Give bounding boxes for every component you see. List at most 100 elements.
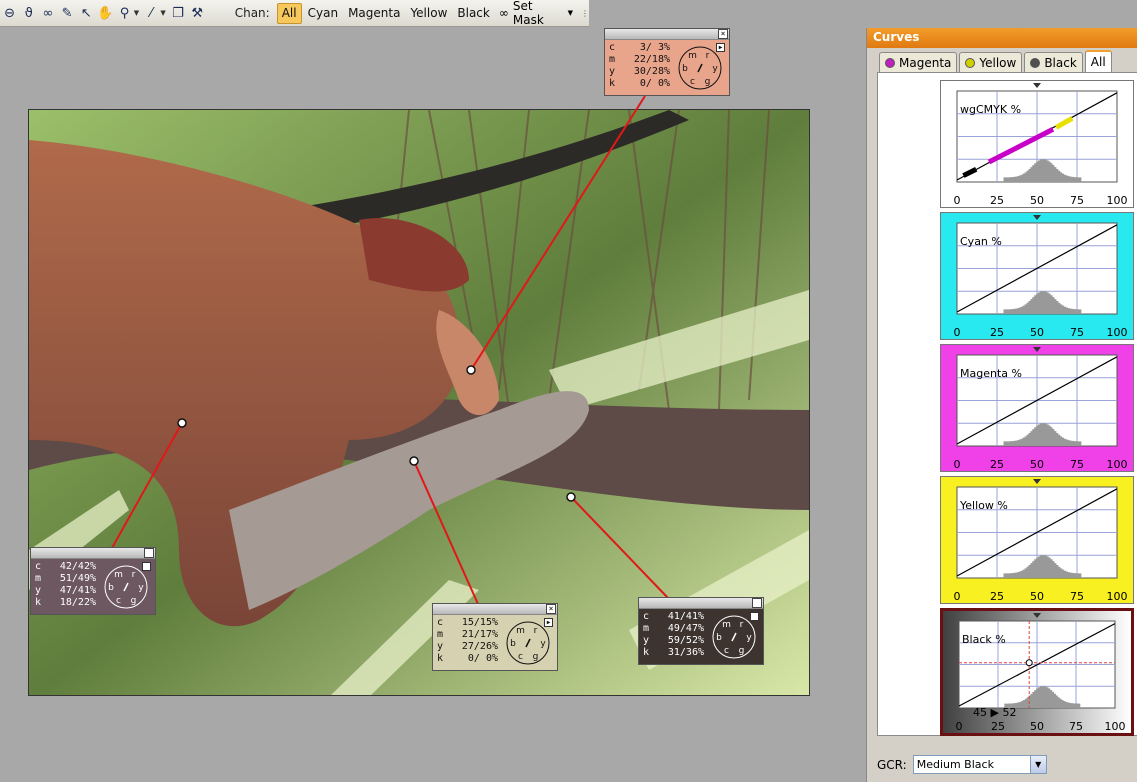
dial-needle xyxy=(731,632,737,642)
tick-label: 0 xyxy=(955,720,963,733)
curve-title: Magenta % xyxy=(960,367,1022,380)
probe-readout-nose[interactable]: × c 3/ 3% m 22/18% y 30/28% k 0/ 0% ▶ r y g c b m xyxy=(604,28,730,96)
hue-dial: rygcbm xyxy=(104,565,148,609)
tick-label: 100 xyxy=(1106,590,1128,603)
tick-label: 100 xyxy=(1106,194,1128,207)
probe-channel: m xyxy=(643,623,650,634)
tick-label: 75 xyxy=(1070,194,1084,207)
probe-readout-branch[interactable]: × c 42/42% m 51/49% y 47/41% k 18/22% ▶ r y g c b m xyxy=(30,547,156,615)
copy-icon[interactable]: ❐ xyxy=(169,2,186,24)
close-icon[interactable]: × xyxy=(144,548,154,558)
zoom-icon[interactable]: ⚲ xyxy=(116,2,133,24)
wrench-icon[interactable]: ⚒ xyxy=(189,2,206,24)
chan-magenta-button[interactable]: Magenta xyxy=(344,3,404,24)
tick-label: 25 xyxy=(990,326,1004,339)
probe-channel: y xyxy=(437,641,444,652)
tab-label: Magenta xyxy=(899,55,952,70)
probe-readout-bark[interactable]: × c 41/41% m 49/47% y 59/52% k 31/36% ▶ r y g c b m xyxy=(638,597,764,665)
gcr-label: GCR: xyxy=(877,757,907,772)
dial-letter: r xyxy=(132,570,136,580)
curves-tab-body: wgCMYK % 0 25 50 75 100 Cyan % 0 25 50 75 100 Magent… xyxy=(877,72,1137,736)
curve-tabs: Magenta Yellow Black All xyxy=(879,50,1114,72)
tab-black[interactable]: Black xyxy=(1024,52,1083,72)
mask-icon[interactable]: ∞ xyxy=(39,2,56,24)
tab-magenta[interactable]: Magenta xyxy=(879,52,958,72)
curve-plot[interactable]: Magenta % 0 25 50 75 100 xyxy=(940,344,1134,472)
gcr-value: Medium Black xyxy=(916,758,994,771)
curve-anchor-point[interactable] xyxy=(1025,659,1033,667)
eyedropper-dropdown-icon[interactable]: ▼ xyxy=(159,2,168,24)
probe-channel: c xyxy=(643,611,650,622)
hue-dial: rygcbm xyxy=(678,46,722,90)
tab-label: All xyxy=(1090,55,1106,69)
chan-all-button[interactable]: All xyxy=(276,2,302,24)
dial-letter: m xyxy=(516,626,525,636)
probe-titlebar[interactable]: × xyxy=(639,598,763,609)
dial-letter: b xyxy=(682,64,688,74)
dial-letter: m xyxy=(722,620,731,630)
chan-yellow-button[interactable]: Yellow xyxy=(406,3,451,24)
probe-titlebar[interactable]: × xyxy=(433,604,557,615)
dial-letter: c xyxy=(518,652,523,662)
close-icon[interactable]: × xyxy=(546,604,556,614)
tick-label: 100 xyxy=(1104,720,1126,733)
chevron-down-icon: ▼ xyxy=(567,9,574,17)
tab-all[interactable]: All xyxy=(1084,50,1112,72)
curve-plot[interactable]: Black % 0 25 50 75 100 45 ▶ 52 xyxy=(940,608,1134,736)
close-icon[interactable]: × xyxy=(718,29,728,39)
toolbar-grip-icon[interactable]: ⋮ xyxy=(581,9,589,18)
dial-letter: b xyxy=(716,633,722,643)
chevron-down-icon: ▼ xyxy=(1029,756,1046,773)
chan-black-button[interactable]: Black xyxy=(453,3,493,24)
curve-plot[interactable]: Cyan % 0 25 50 75 100 xyxy=(940,212,1134,340)
curve-title: wgCMYK % xyxy=(960,103,1022,116)
probe-value: 18/22% xyxy=(59,597,96,608)
probe-channel: y xyxy=(643,635,650,646)
probe-channel: k xyxy=(643,647,650,658)
dial-letter: c xyxy=(690,77,695,87)
dial-needle xyxy=(697,63,703,73)
eyedropper-icon[interactable]: ⁄ xyxy=(143,2,160,24)
tick-label: 50 xyxy=(1030,458,1044,471)
zoom-dropdown-icon[interactable]: ▼ xyxy=(132,2,141,24)
pen-icon[interactable]: ✎ xyxy=(58,2,75,24)
probe-titlebar[interactable]: × xyxy=(31,548,155,559)
dial-letter: b xyxy=(108,583,114,593)
probe-channel: c xyxy=(437,617,444,628)
set-mask-button[interactable]: ∞ Set Mask ▼ xyxy=(499,0,573,27)
tab-label: Yellow xyxy=(979,55,1017,70)
hand-icon[interactable]: ✋ xyxy=(97,2,114,24)
dial-letter: r xyxy=(706,51,710,61)
tick-label: 0 xyxy=(953,194,961,207)
x-axis-ticks: 0 25 50 75 100 xyxy=(943,720,1131,733)
zoom-out-icon[interactable]: ⊖ xyxy=(1,2,18,24)
curve-plot[interactable]: wgCMYK % 0 25 50 75 100 xyxy=(940,80,1134,208)
gcr-select[interactable]: Medium Black ▼ xyxy=(912,755,1047,774)
probe-titlebar[interactable]: × xyxy=(605,29,729,40)
close-icon[interactable]: × xyxy=(752,598,762,608)
curve-plot[interactable]: Yellow % 0 25 50 75 100 xyxy=(940,476,1134,604)
lasso-icon[interactable]: ϑ xyxy=(20,2,37,24)
tab-yellow[interactable]: Yellow xyxy=(959,52,1023,72)
dial-letter: y xyxy=(746,633,752,643)
hue-dial: rygcbm xyxy=(712,615,756,659)
probe-value: 31/36% xyxy=(667,647,704,658)
probe-value: 47/41% xyxy=(59,585,96,596)
dial-letter: r xyxy=(534,626,538,636)
dial-letter: g xyxy=(739,646,745,656)
tick-label: 0 xyxy=(953,326,961,339)
dial-letter: m xyxy=(688,51,697,61)
probe-channel: k xyxy=(35,597,42,608)
pointer-icon[interactable]: ↖ xyxy=(78,2,95,24)
probe-value: 41/41% xyxy=(667,611,704,622)
chan-cyan-button[interactable]: Cyan xyxy=(304,3,342,24)
tick-label: 75 xyxy=(1069,720,1083,733)
tick-label: 75 xyxy=(1070,458,1084,471)
tick-label: 50 xyxy=(1030,590,1044,603)
tick-label: 25 xyxy=(991,720,1005,733)
tick-label: 25 xyxy=(990,458,1004,471)
mask-icon-2: ∞ xyxy=(498,6,509,20)
dial-letter: r xyxy=(740,620,744,630)
dial-needle xyxy=(525,638,531,648)
probe-readout-arm[interactable]: × c 15/15% m 21/17% y 27/26% k 0/ 0% ▶ r y g c b m xyxy=(432,603,558,671)
